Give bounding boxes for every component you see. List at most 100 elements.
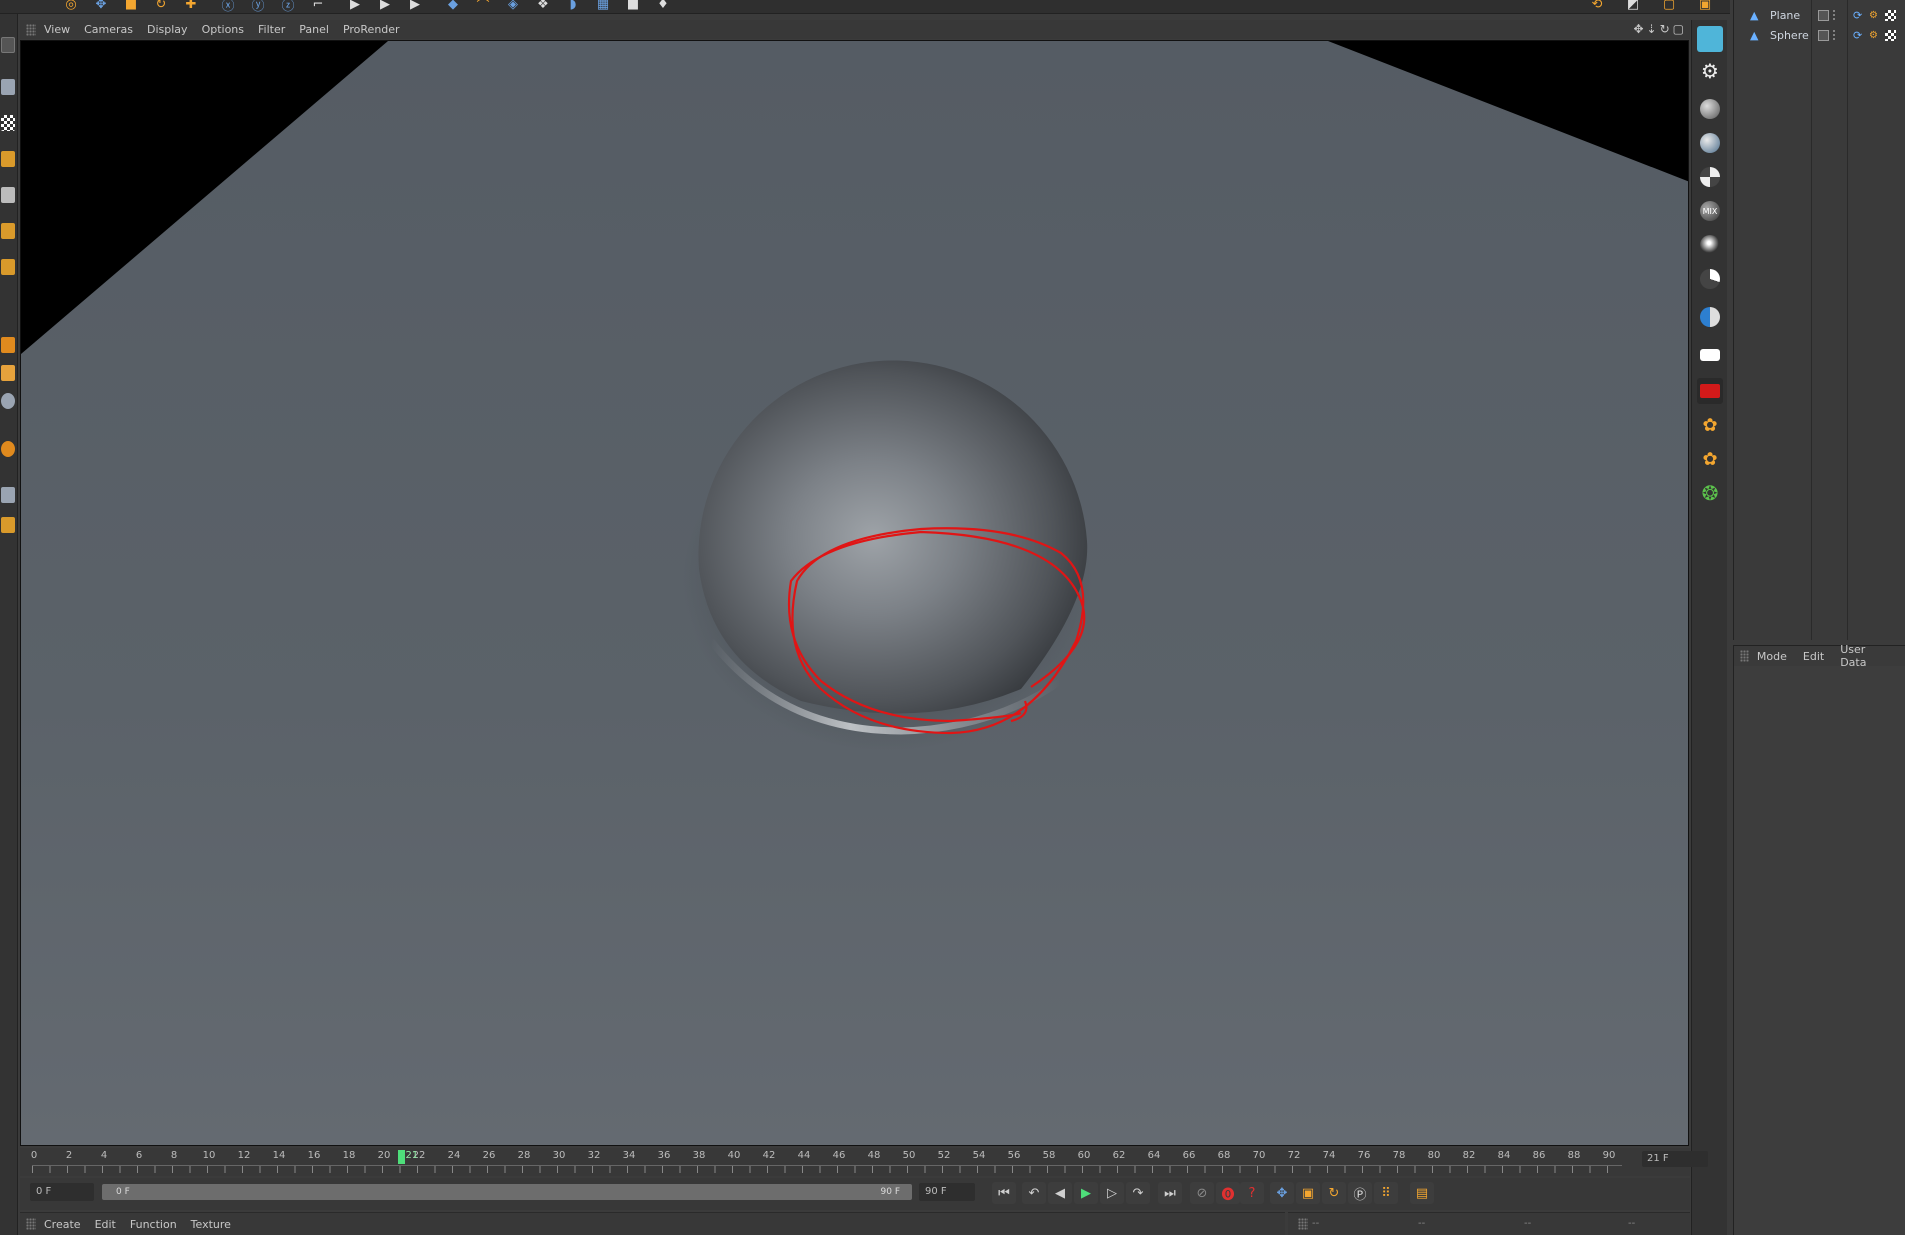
scale-tool-icon[interactable]: ■ xyxy=(118,0,144,14)
scheme-icon[interactable]: ▤ xyxy=(1410,1182,1434,1204)
axis-mode-icon[interactable] xyxy=(0,334,16,356)
previous-key-icon[interactable]: ↶ xyxy=(1022,1182,1046,1204)
menu-panel[interactable]: Panel xyxy=(299,23,329,36)
start-frame-field[interactable]: 0 F xyxy=(30,1183,94,1201)
keyframe-selection-icon[interactable]: ? xyxy=(1240,1182,1264,1204)
edges-mode-icon[interactable] xyxy=(0,220,16,242)
python-script-icon[interactable]: ⟲ xyxy=(1584,0,1610,14)
tag-icon[interactable]: ⚙ xyxy=(1869,30,1878,41)
tag-icon[interactable]: ⚙ xyxy=(1869,10,1878,21)
go-to-end-icon[interactable]: ⏭ xyxy=(1158,1182,1182,1204)
timeline-ruler[interactable]: 0 2 4 6 8 10 12 14 16 18 20 22 24 26 28 30 32 34 36 38 40 42 4… xyxy=(20,1148,1708,1176)
flower-alt-icon[interactable]: ✿ xyxy=(1697,446,1723,472)
render-settings-icon[interactable] xyxy=(1697,26,1723,52)
maximize-icon[interactable]: ▢ xyxy=(1673,22,1684,36)
subdivision-surface-icon[interactable]: ◈ xyxy=(500,0,526,14)
tag-icon[interactable]: ⟳ xyxy=(1853,9,1862,22)
orbit-icon[interactable]: ↻ xyxy=(1660,22,1670,36)
object-row-sphere[interactable]: ▲ Sphere ⟳ ⚙ xyxy=(1734,25,1905,45)
menu-cameras[interactable]: Cameras xyxy=(84,23,133,36)
menu-create[interactable]: Create xyxy=(44,1218,81,1231)
make-editable-icon[interactable] xyxy=(0,34,16,56)
menu-texture[interactable]: Texture xyxy=(191,1218,231,1231)
render-queue-icon[interactable]: ▣ xyxy=(1692,0,1718,14)
live-selection-icon[interactable]: ◎ xyxy=(58,0,84,14)
tag-icon[interactable]: ⟳ xyxy=(1853,29,1862,42)
workplane-lock-icon[interactable] xyxy=(0,484,16,506)
current-frame-field[interactable]: 21 F xyxy=(1642,1151,1708,1167)
menu-filter[interactable]: Filter xyxy=(258,23,285,36)
texture-mode-icon[interactable] xyxy=(0,112,16,134)
recent-tool-icon[interactable]: ✚ xyxy=(178,0,204,14)
next-frame-icon[interactable]: ▷ xyxy=(1100,1182,1124,1204)
points-mode-icon[interactable] xyxy=(0,184,16,206)
tweak-mode-icon[interactable] xyxy=(0,362,16,384)
menu-view[interactable]: View xyxy=(44,23,70,36)
spline-pen-icon[interactable]: ⌒ xyxy=(470,0,496,14)
cube-object-icon[interactable]: ◆ xyxy=(440,0,466,14)
move-tool-icon[interactable]: ✥ xyxy=(88,0,114,14)
previous-frame-icon[interactable]: ◀ xyxy=(1048,1182,1072,1204)
gear-icon[interactable]: ⚙ xyxy=(1697,58,1723,84)
flower-icon[interactable]: ✿ xyxy=(1697,412,1723,438)
solo-mode-icon[interactable] xyxy=(0,514,16,536)
menu-mode[interactable]: Mode xyxy=(1757,650,1787,663)
menu-display[interactable]: Display xyxy=(147,23,188,36)
autokey-icon[interactable]: ⓿ xyxy=(1216,1182,1240,1204)
polygons-mode-icon[interactable] xyxy=(0,256,16,278)
deformer-icon[interactable]: ◗ xyxy=(560,0,586,14)
material-sphere-icon[interactable] xyxy=(1697,96,1723,122)
menu-function[interactable]: Function xyxy=(130,1218,177,1231)
render-view-icon[interactable]: ▶ xyxy=(342,0,368,14)
menu-prorender[interactable]: ProRender xyxy=(343,23,400,36)
script-manager-icon[interactable]: ▢ xyxy=(1656,0,1682,14)
object-name[interactable]: Plane xyxy=(1770,9,1800,22)
3d-viewport[interactable] xyxy=(20,40,1689,1146)
material-tag-icon[interactable] xyxy=(1885,29,1896,41)
snap-icon[interactable] xyxy=(0,390,16,412)
x-axis-lock-icon[interactable]: ⓧ xyxy=(215,0,241,14)
array-object-icon[interactable]: ❖ xyxy=(530,0,556,14)
glossy-material-icon[interactable] xyxy=(1697,130,1723,156)
camera-icon[interactable] xyxy=(1697,378,1723,404)
record-active-icon[interactable]: ⊘ xyxy=(1190,1182,1214,1204)
toon-shader-icon[interactable] xyxy=(1697,304,1723,330)
material-tag-icon[interactable] xyxy=(1885,9,1896,21)
z-axis-lock-icon[interactable]: ⓩ xyxy=(275,0,301,14)
menu-user-data[interactable]: User Data xyxy=(1840,643,1889,669)
position-key-icon[interactable]: ✥ xyxy=(1270,1182,1294,1204)
go-to-start-icon[interactable]: ⏮ xyxy=(992,1182,1016,1204)
range-slider[interactable]: 0 F 90 F xyxy=(102,1184,912,1200)
checker-material-icon[interactable] xyxy=(1697,164,1723,190)
visibility-toggle[interactable] xyxy=(1818,9,1829,21)
viewport-grip-icon[interactable] xyxy=(26,23,36,36)
area-light-icon[interactable] xyxy=(1697,342,1723,368)
editor-render-dots[interactable] xyxy=(1832,9,1836,21)
recycle-icon[interactable]: ❂ xyxy=(1697,480,1723,506)
material-grip-icon[interactable] xyxy=(26,1218,36,1230)
dolly-icon[interactable]: ⇣ xyxy=(1647,22,1657,36)
object-name[interactable]: Sphere xyxy=(1770,29,1809,42)
edit-render-settings-icon[interactable]: ▶ xyxy=(402,0,428,14)
metal-material-icon[interactable] xyxy=(1697,232,1723,258)
floor-object-icon[interactable]: ▦ xyxy=(590,0,616,14)
editor-render-dots[interactable] xyxy=(1832,29,1836,41)
pan-icon[interactable]: ✥ xyxy=(1633,22,1643,36)
scale-key-icon[interactable]: ▣ xyxy=(1296,1182,1320,1204)
parameter-key-icon[interactable]: Ⓟ xyxy=(1348,1182,1372,1204)
rotate-tool-icon[interactable]: ↻ xyxy=(148,0,174,14)
model-mode-icon[interactable] xyxy=(0,76,16,98)
rotation-key-icon[interactable]: ↻ xyxy=(1322,1182,1346,1204)
light-object-icon[interactable]: ♦ xyxy=(650,0,676,14)
next-key-icon[interactable]: ↷ xyxy=(1126,1182,1150,1204)
end-frame-field[interactable]: 90 F xyxy=(919,1183,975,1201)
visibility-toggle[interactable] xyxy=(1818,29,1829,41)
render-picture-viewer-icon[interactable]: ▶ xyxy=(372,0,398,14)
menu-edit[interactable]: Edit xyxy=(1803,650,1824,663)
coordinate-system-icon[interactable]: ⌐ xyxy=(305,0,331,14)
current-frame-marker[interactable] xyxy=(397,1150,405,1164)
mix-material-icon[interactable]: MIX xyxy=(1697,198,1723,224)
quantize-icon[interactable] xyxy=(0,438,16,460)
y-axis-lock-icon[interactable]: ⓨ xyxy=(245,0,271,14)
camera-object-icon[interactable]: ■ xyxy=(620,0,646,14)
